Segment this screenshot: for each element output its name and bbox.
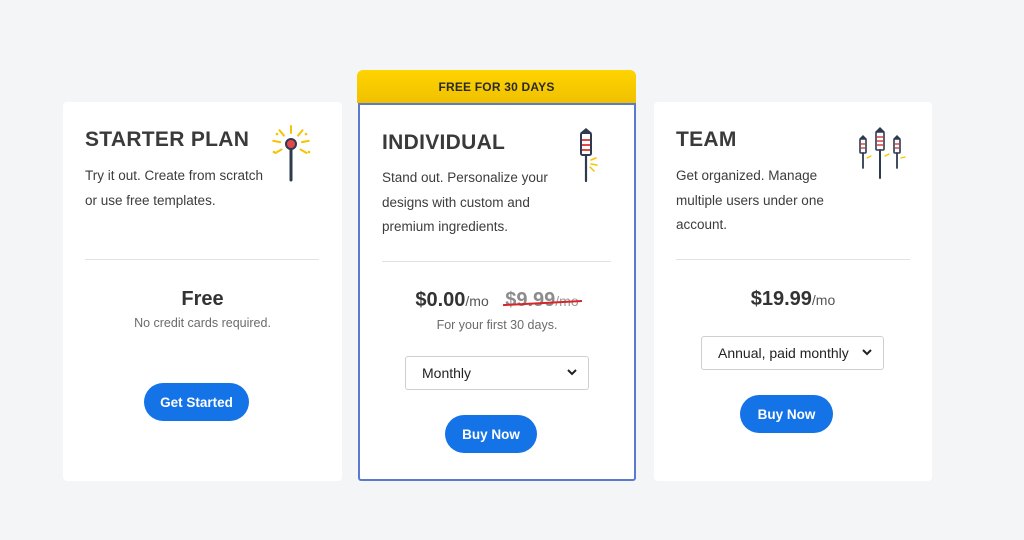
price-value: $19.99 xyxy=(750,288,812,310)
free-trial-ribbon: FREE FOR 30 DAYS xyxy=(357,70,636,103)
individual-price: $0.00/mo $9.99/mo xyxy=(358,289,636,312)
description-line: or use free templates. xyxy=(85,192,216,208)
team-price: $19.99/mo xyxy=(654,288,932,311)
price-value: $0.00 xyxy=(415,289,466,311)
get-started-button[interactable]: Get Started xyxy=(144,383,249,421)
starter-plan-description: Try it out. Create from scratch or use f… xyxy=(85,164,285,213)
description-line: Stand out. Personalize your xyxy=(382,170,548,185)
starter-price-note: No credit cards required. xyxy=(134,316,271,330)
starter-price: Free xyxy=(63,288,342,311)
description-line: Try it out. Create from scratch xyxy=(85,168,264,183)
chevron-down-icon xyxy=(862,349,872,356)
individual-plan-description: Stand out. Personalize your designs with… xyxy=(382,166,602,240)
description-line: multiple users under one xyxy=(676,192,824,208)
team-billing-select[interactable]: Annual, paid monthly xyxy=(701,336,884,370)
individual-price-note: For your first 30 days. xyxy=(436,318,558,332)
description-line: designs with custom and xyxy=(382,194,530,210)
old-price-value: $9.99 xyxy=(505,289,556,311)
description-line: premium ingredients. xyxy=(382,219,509,234)
original-price-strikethrough: $9.99/mo xyxy=(505,289,578,312)
divider xyxy=(382,261,611,262)
billing-selected-value: Monthly xyxy=(422,365,472,381)
old-price-unit: /mo xyxy=(555,293,579,309)
description-line: Get organized. Manage xyxy=(676,168,818,183)
individual-buy-now-button[interactable]: Buy Now xyxy=(445,415,537,453)
starter-plan-title: STARTER PLAN xyxy=(85,128,250,151)
team-plan-description: Get organized. Manage multiple users und… xyxy=(676,164,876,238)
individual-billing-select[interactable]: Monthly xyxy=(405,356,589,390)
team-plan-title: TEAM xyxy=(676,128,737,151)
divider xyxy=(85,259,319,260)
price-value: Free xyxy=(181,288,224,310)
individual-plan-title: INDIVIDUAL xyxy=(382,131,506,154)
description-line: account. xyxy=(676,217,728,232)
divider xyxy=(676,259,910,260)
team-buy-now-button[interactable]: Buy Now xyxy=(740,395,833,433)
price-unit: /mo xyxy=(465,293,489,309)
chevron-down-icon xyxy=(567,369,577,376)
price-unit: /mo xyxy=(811,292,836,308)
billing-selected-value: Annual, paid monthly xyxy=(718,345,849,361)
